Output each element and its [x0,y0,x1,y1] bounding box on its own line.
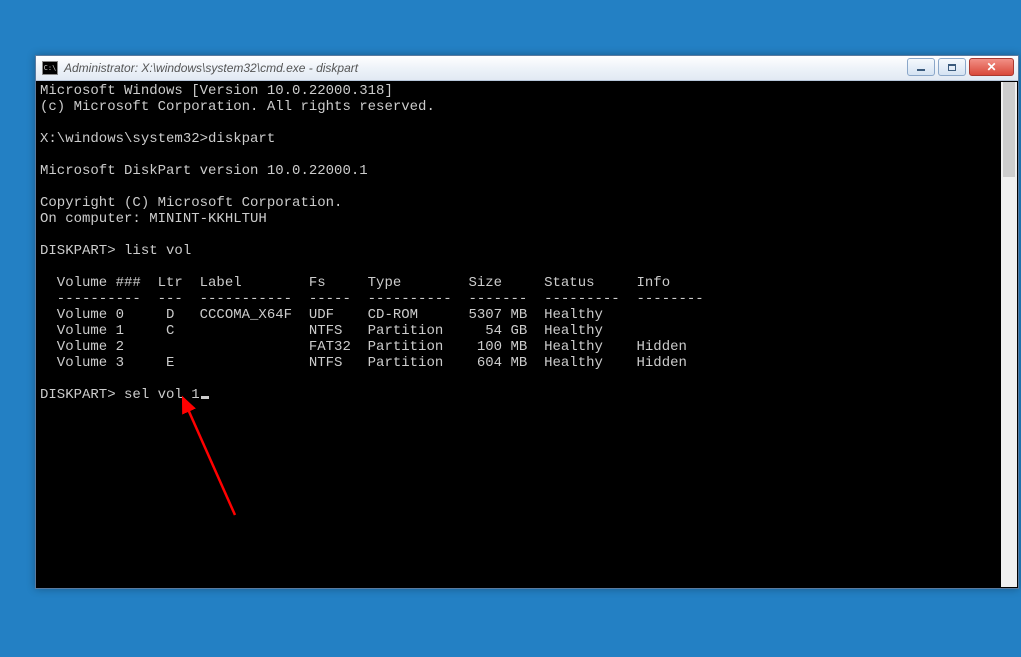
terminal-text: Microsoft Windows [Version 10.0.22000.31… [40,83,704,371]
maximize-icon [948,64,956,71]
cmd-window: C:\ Administrator: X:\windows\system32\c… [35,55,1019,589]
terminal-output[interactable]: Microsoft Windows [Version 10.0.22000.31… [36,81,1018,588]
scrollbar[interactable] [1001,82,1017,587]
minimize-icon [917,69,925,71]
close-icon: ✕ [986,61,996,73]
prompt: DISKPART> [40,387,124,403]
cmd-icon: C:\ [42,61,58,75]
titlebar[interactable]: C:\ Administrator: X:\windows\system32\c… [36,56,1018,81]
current-input: sel vol 1 [124,387,200,403]
close-button[interactable]: ✕ [969,58,1014,76]
minimize-button[interactable] [907,58,935,76]
maximize-button[interactable] [938,58,966,76]
window-controls: ✕ [907,58,1014,76]
scroll-thumb[interactable] [1003,82,1015,177]
cursor [201,396,209,399]
window-title: Administrator: X:\windows\system32\cmd.e… [64,61,358,75]
